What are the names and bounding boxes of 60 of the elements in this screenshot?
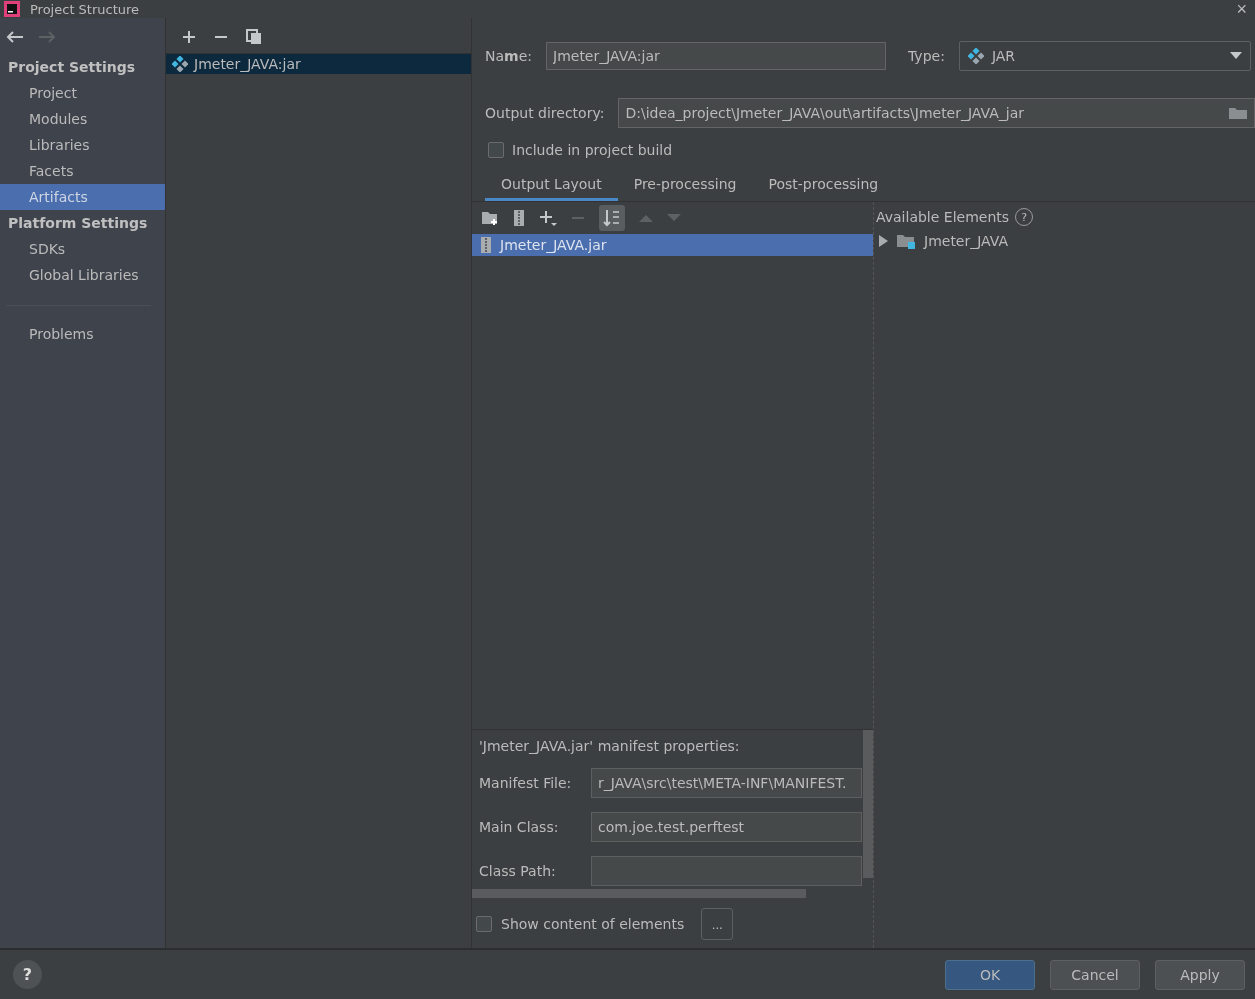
sidebar-item[interactable]: Project — [0, 80, 165, 106]
app-logo-icon — [4, 1, 20, 17]
checkbox[interactable] — [488, 142, 504, 158]
input-field[interactable]: r_JAVA\src\test\META-INF\MANIFEST. — [591, 768, 862, 798]
artifact-icon — [172, 56, 188, 72]
artifact-icon — [967, 48, 984, 64]
sidebar-item[interactable]: Problems — [0, 321, 165, 347]
dialog-button[interactable]: OK — [945, 959, 1035, 990]
archive-icon[interactable] — [513, 210, 525, 226]
type-label: Type: — [908, 48, 945, 64]
tree-item[interactable]: Jmeter_JAVA.jar — [472, 234, 873, 256]
artifact-item[interactable]: Jmeter_JAVA:jar — [166, 54, 471, 74]
tab[interactable]: Output Layout — [485, 172, 618, 201]
expand-arrow-icon[interactable] — [878, 235, 888, 247]
checkbox-label: Show content of elements — [501, 916, 685, 932]
sidebar-item[interactable]: SDKs — [0, 236, 165, 262]
checkbox-label: Include in project build — [512, 142, 673, 158]
manifest-heading: 'Jmeter_JAVA.jar' manifest properties: — [479, 738, 741, 754]
input-field[interactable] — [591, 856, 862, 886]
close-button[interactable]: × — [1228, 0, 1255, 18]
sidebar-item[interactable]: Global Libraries — [0, 262, 165, 288]
type-dropdown[interactable]: JAR — [958, 41, 1251, 71]
add-dropdown-icon[interactable] — [539, 209, 557, 227]
output-directory-field[interactable]: D:\idea_project\Jmeter_JAVA\out\artifacts\Jmeter_JAVA_jar — [618, 98, 1255, 128]
section-heading: Project Settings — [7, 58, 137, 77]
name-label: Name: — [485, 48, 532, 64]
output-directory-label: Output directory: — [485, 105, 605, 121]
caret-icon — [1230, 52, 1242, 60]
tab[interactable]: Pre-processing — [617, 172, 753, 201]
module-folder-icon — [896, 233, 916, 249]
window-title: Project Structure — [30, 1, 140, 17]
scrollbar[interactable] — [863, 730, 873, 878]
add-icon[interactable] — [182, 30, 196, 44]
available-elements-label: Available Elements — [876, 209, 1010, 225]
back-arrow-icon[interactable] — [6, 30, 24, 44]
sidebar-item[interactable]: Facets — [0, 158, 165, 184]
checkbox[interactable] — [476, 916, 492, 932]
field-label: Manifest File: — [479, 775, 573, 791]
name-field[interactable]: Jmeter_JAVA:jar — [546, 42, 886, 70]
help-button[interactable]: ? — [13, 960, 42, 989]
dialog-button[interactable]: Apply — [1155, 959, 1245, 990]
section-heading: Platform Settings — [7, 214, 149, 233]
sidebar-item[interactable]: Libraries — [0, 132, 165, 158]
field-label: Main Class: — [479, 819, 560, 835]
tree-item[interactable]: Jmeter_JAVA — [876, 228, 1253, 254]
tab[interactable]: Post-processing — [752, 172, 895, 201]
scrollbar[interactable] — [472, 889, 806, 898]
copy-icon[interactable] — [246, 29, 262, 45]
more-button[interactable]: ... — [701, 908, 734, 940]
archive-icon — [480, 237, 492, 253]
sidebar-item[interactable]: Modules — [0, 106, 165, 132]
field-label: Class Path: — [479, 863, 557, 879]
dialog-button[interactable]: Cancel — [1050, 959, 1140, 990]
new-folder-icon[interactable] — [481, 210, 499, 226]
sort-icon[interactable] — [599, 205, 625, 231]
sidebar-item[interactable]: Artifacts — [0, 184, 165, 210]
input-field[interactable]: com.joe.test.perftest — [591, 812, 862, 842]
move-down-icon — [667, 214, 681, 222]
move-up-icon — [639, 214, 653, 222]
folder-icon[interactable] — [1228, 106, 1248, 120]
